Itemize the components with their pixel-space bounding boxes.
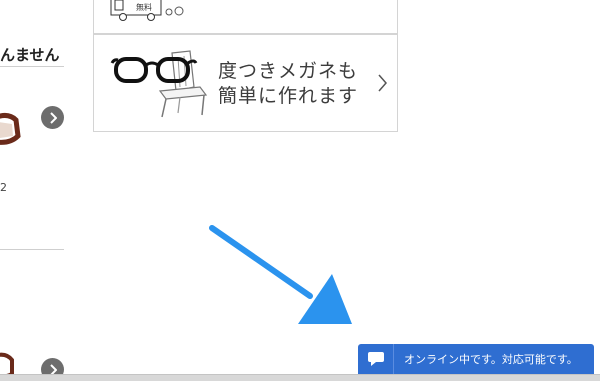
section-heading: んません bbox=[0, 46, 60, 64]
chevron-right-icon bbox=[49, 111, 57, 124]
chat-bubble-icon bbox=[367, 352, 384, 366]
glasses-on-chair-illustration bbox=[110, 50, 208, 118]
chevron-right-icon bbox=[378, 74, 387, 92]
glasses-product-thumbnail[interactable] bbox=[0, 110, 24, 148]
bottom-scroll-bar bbox=[0, 374, 600, 381]
prescription-glasses-banner[interactable]: 度つきメガネも 簡単に作れます bbox=[93, 34, 398, 132]
next-product-button[interactable] bbox=[41, 106, 64, 129]
banner-line-1: 度つきメガネも bbox=[218, 60, 359, 82]
chat-icon-container bbox=[358, 344, 394, 374]
prescription-banner-text: 度つきメガネも 簡単に作れます bbox=[218, 59, 358, 109]
delivery-truck-icon: 無料 bbox=[110, 0, 184, 21]
free-shipping-banner[interactable]: 無料 bbox=[93, 0, 398, 34]
section-divider bbox=[0, 249, 64, 250]
free-label: 無料 bbox=[136, 2, 152, 12]
product-number-fragment: 2 bbox=[0, 181, 7, 194]
chat-status-text: オンライン中です。対応可能です。 bbox=[404, 353, 578, 366]
section-divider bbox=[0, 66, 64, 67]
chat-widget-button[interactable]: オンライン中です。対応可能です。 bbox=[358, 344, 594, 374]
banner-line-2: 簡単に作れます bbox=[218, 85, 359, 107]
annotation-arrow-icon bbox=[209, 225, 352, 324]
